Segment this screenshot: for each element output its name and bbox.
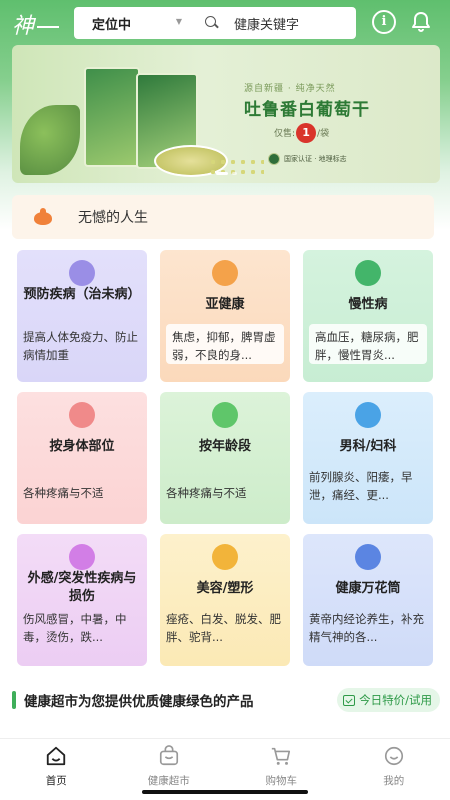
tab-home[interactable]: 首页 bbox=[0, 739, 113, 800]
tab-label: 我的 bbox=[383, 775, 405, 787]
category-card-gender[interactable]: 男科/妇科 前列腺炎、阳痿，早泄，痛经、更... bbox=[303, 392, 433, 524]
male-female-icon bbox=[355, 402, 381, 428]
search-bar[interactable]: 定位中 ▼ 健康关键字 bbox=[74, 7, 356, 39]
price-value: 1 bbox=[296, 123, 317, 143]
banner-subtitle: 源自新疆 · 纯净天然 bbox=[244, 84, 336, 94]
category-title: 健康万花筒 bbox=[335, 581, 401, 596]
carousel-indicator bbox=[12, 172, 440, 175]
category-desc: 各种疼痛与不适 bbox=[166, 486, 247, 500]
motto-bar: 无憾的人生 bbox=[12, 195, 434, 239]
category-card-acute[interactable]: 外感/突发性疾病与损伤 伤风感冒，中暑，中毒，烫伤，跌... bbox=[17, 534, 147, 666]
shopping-bag-icon bbox=[159, 745, 178, 766]
category-title: 亚健康 bbox=[205, 297, 245, 312]
tab-label: 健康超市 bbox=[147, 775, 190, 787]
carousel-dot-active[interactable] bbox=[215, 172, 228, 175]
banner-title: 吐鲁番白葡萄干 bbox=[244, 100, 370, 120]
category-card-chronic[interactable]: 慢性病 高血压，糖尿病，肥胖，慢性胃炎... bbox=[303, 250, 433, 382]
virus-icon bbox=[355, 260, 381, 286]
location-text: 定位中 bbox=[92, 17, 132, 33]
search-input[interactable]: 健康关键字 bbox=[234, 14, 299, 33]
carousel-dot[interactable] bbox=[231, 172, 237, 175]
body-shape-icon bbox=[212, 544, 238, 570]
certification-text: 国家认证 · 地理标志 bbox=[284, 155, 347, 163]
section-accent-bar bbox=[12, 691, 16, 709]
category-desc: 各种疼痛与不适 bbox=[23, 486, 104, 500]
daily-special-label: 今日特价/试用 bbox=[359, 693, 432, 707]
section-title: 健康超市为您提供优质健康绿色的产品 bbox=[24, 694, 254, 710]
category-title: 按年龄段 bbox=[198, 439, 251, 454]
app-logo: 神 bbox=[12, 8, 60, 39]
category-desc: 高血压，糖尿病，肥胖，慢性胃炎... bbox=[309, 324, 427, 364]
banner-price: 仅售: 1/袋 bbox=[274, 123, 329, 143]
home-icon bbox=[47, 746, 66, 766]
age-badge-icon bbox=[212, 402, 238, 428]
category-card-prevention[interactable]: 预防疾病（治未病） 提高人体免疫力、防止病情加重 bbox=[17, 250, 147, 382]
supermarket-section-header: 健康超市为您提供优质健康绿色的产品 今日特价/试用 bbox=[12, 688, 440, 712]
category-card-beauty[interactable]: 美容/塑形 痤疮、白发、脱发、肥胖、驼背... bbox=[160, 534, 290, 666]
smile-profile-icon bbox=[384, 746, 403, 766]
cart-icon bbox=[272, 747, 291, 765]
product-package-image bbox=[84, 67, 140, 167]
certification-seal-icon bbox=[268, 153, 280, 165]
category-desc: 焦虑，抑郁，脾胃虚弱，不良的身... bbox=[166, 324, 284, 364]
chevron-down-icon: ▼ bbox=[175, 16, 182, 26]
category-card-subhealth[interactable]: 亚健康 焦虑，抑郁，脾胃虚弱，不良的身... bbox=[160, 250, 290, 382]
book-icon bbox=[355, 544, 381, 570]
category-title: 慢性病 bbox=[348, 297, 388, 312]
motto-text: 无憾的人生 bbox=[78, 210, 148, 226]
category-desc: 痤疮、白发、脱发、肥胖、驼背... bbox=[166, 612, 281, 644]
bell-icon[interactable] bbox=[409, 10, 433, 34]
lungs-icon bbox=[212, 260, 238, 286]
category-title: 按身体部位 bbox=[49, 439, 115, 454]
category-title: 外感/突发性疾病与损伤 bbox=[27, 571, 137, 604]
category-desc: 伤风感冒，中暑，中毒，烫伤，跌... bbox=[23, 612, 127, 644]
category-title: 美容/塑形 bbox=[196, 581, 254, 596]
certification: 国家认证 · 地理标志 bbox=[268, 153, 347, 165]
tea-cup-icon bbox=[69, 260, 95, 286]
promo-banner[interactable]: 源自新疆 · 纯净天然 吐鲁番白葡萄干 仅售: 1/袋 国家认证 · 地理标志 bbox=[12, 45, 440, 183]
category-title: 男科/妇科 bbox=[339, 439, 397, 454]
price-suffix: /袋 bbox=[317, 129, 330, 139]
tab-profile[interactable]: 我的 bbox=[338, 739, 450, 800]
category-card-kaleidoscope[interactable]: 健康万花筒 黄帝内经论养生，补充精气神的各... bbox=[303, 534, 433, 666]
body-part-icon bbox=[69, 402, 95, 428]
category-card-age[interactable]: 按年龄段 各种疼痛与不适 bbox=[160, 392, 290, 524]
category-title: 预防疾病（治未病） bbox=[23, 287, 141, 302]
category-desc: 黄帝内经论养生，补充精气神的各... bbox=[309, 612, 424, 644]
info-icon[interactable]: i bbox=[372, 10, 396, 34]
leaf-decoration bbox=[20, 105, 80, 175]
tab-label: 首页 bbox=[45, 775, 67, 787]
calendar-check-icon bbox=[343, 694, 356, 706]
injury-icon bbox=[69, 544, 95, 570]
logo-text: 神 bbox=[12, 14, 36, 39]
category-desc: 前列腺炎、阳痿，早泄，痛经、更... bbox=[309, 470, 413, 502]
top-header: 神 定位中 ▼ 健康关键字 i bbox=[0, 0, 450, 46]
price-prefix: 仅售: bbox=[274, 129, 296, 139]
category-desc: 提高人体免疫力、防止病情加重 bbox=[23, 330, 138, 362]
pumpkin-icon bbox=[32, 208, 54, 226]
home-indicator bbox=[142, 790, 308, 794]
daily-special-button[interactable]: 今日特价/试用 bbox=[337, 688, 440, 712]
tab-label: 购物车 bbox=[265, 775, 298, 787]
search-icon bbox=[202, 13, 222, 33]
category-card-body-part[interactable]: 按身体部位 各种疼痛与不适 bbox=[17, 392, 147, 524]
location-selector[interactable]: 定位中 ▼ bbox=[74, 14, 186, 33]
